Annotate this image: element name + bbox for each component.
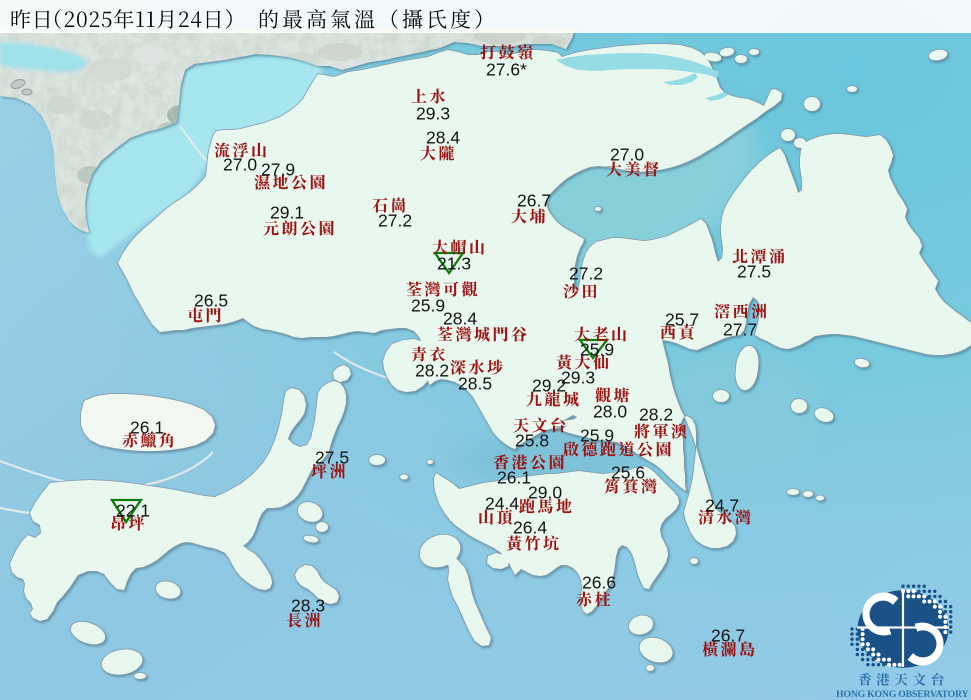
svg-text:25.9: 25.9 <box>580 340 614 360</box>
svg-text:26.7: 26.7 <box>517 191 551 211</box>
svg-text:27.6*: 27.6* <box>486 60 527 80</box>
svg-text:28.4: 28.4 <box>426 128 460 148</box>
svg-text:27.5: 27.5 <box>315 448 349 468</box>
svg-text:22.1: 22.1 <box>116 501 150 521</box>
svg-text:27.2: 27.2 <box>569 264 603 284</box>
svg-text:27.0: 27.0 <box>223 155 257 175</box>
svg-text:29.2: 29.2 <box>532 376 566 396</box>
svg-text:26.5: 26.5 <box>194 291 228 311</box>
svg-text:29.0: 29.0 <box>528 483 562 503</box>
svg-text:29.3: 29.3 <box>416 104 450 124</box>
svg-text:27.7: 27.7 <box>723 320 757 340</box>
svg-text:27.9: 27.9 <box>261 160 295 180</box>
svg-text:25.7: 25.7 <box>665 310 699 330</box>
svg-text:28.3: 28.3 <box>291 596 325 616</box>
svg-text:27.5: 27.5 <box>737 262 771 282</box>
svg-text:25.8: 25.8 <box>515 431 549 451</box>
svg-text:25.9: 25.9 <box>580 426 614 446</box>
svg-text:26.1: 26.1 <box>497 468 531 488</box>
svg-text:28.0: 28.0 <box>593 402 627 422</box>
svg-text:26.1: 26.1 <box>130 418 164 438</box>
svg-text:28.2: 28.2 <box>415 361 449 381</box>
svg-text:HONG KONG OBSERVATORY: HONG KONG OBSERVATORY <box>836 689 969 700</box>
svg-text:26.6: 26.6 <box>582 573 616 593</box>
svg-text:28.2: 28.2 <box>639 405 673 425</box>
svg-text:27.2: 27.2 <box>378 211 412 231</box>
svg-text:26.4: 26.4 <box>513 518 547 538</box>
svg-text:25.9: 25.9 <box>411 296 445 316</box>
svg-text:24.7: 24.7 <box>705 496 739 516</box>
svg-text:29.1: 29.1 <box>270 203 304 223</box>
svg-text:26.7: 26.7 <box>711 626 745 646</box>
svg-text:25.6: 25.6 <box>611 463 645 483</box>
svg-text:27.0: 27.0 <box>610 145 644 165</box>
svg-text:28.4: 28.4 <box>443 309 477 329</box>
svg-text:24.4: 24.4 <box>485 494 519 514</box>
svg-text:21.3: 21.3 <box>437 254 471 274</box>
svg-text:29.3: 29.3 <box>561 368 595 388</box>
svg-text:28.5: 28.5 <box>458 374 492 394</box>
